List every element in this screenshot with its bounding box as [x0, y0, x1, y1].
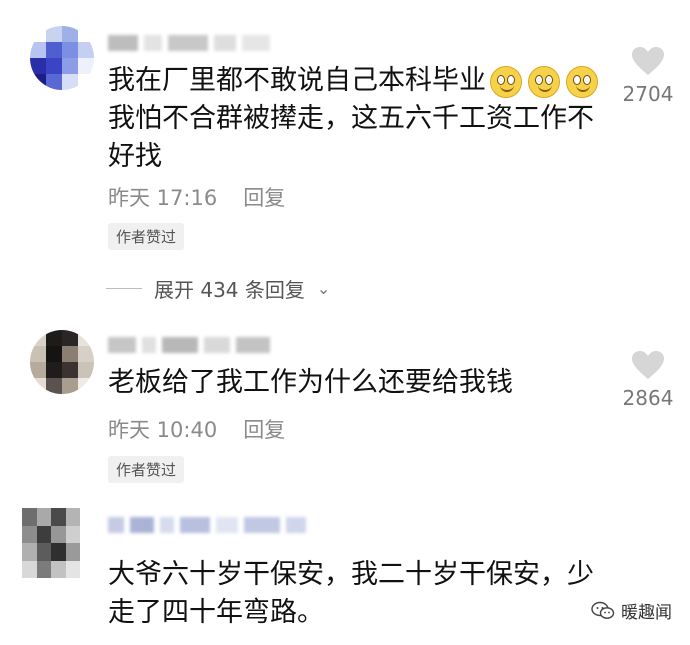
comment-line-1: 老板给了我工作为什么还要给我钱	[108, 367, 513, 398]
heart-icon	[632, 47, 664, 75]
watermark: 暖趣闻	[591, 598, 672, 623]
avatar[interactable]	[22, 508, 80, 578]
comment-text: 大爷六十岁干保安，我二十岁干保安，少 走了四十年弯路。	[108, 556, 594, 632]
divider-line	[106, 288, 142, 289]
wechat-icon	[591, 601, 615, 619]
comment-meta: 昨天 10:40 回复	[108, 414, 285, 444]
comment-text: 我在厂里都不敢说自己本科毕业 我怕不合群被撵走，这五六千工资工作不 好找	[108, 62, 598, 176]
like-count: 2704	[622, 82, 674, 106]
grin-emoji-icon	[528, 65, 560, 98]
comment-line-3: 好找	[108, 141, 162, 172]
emoji-group	[490, 65, 598, 98]
comment-line-2: 我怕不合群被撵走，这五六千工资工作不	[108, 103, 594, 134]
reply-button[interactable]: 回复	[243, 182, 285, 212]
comment-line-2: 走了四十年弯路。	[108, 597, 324, 628]
timestamp: 昨天 17:16	[108, 186, 218, 210]
grin-emoji-icon	[566, 65, 598, 98]
grin-emoji-icon	[490, 65, 522, 98]
reply-button[interactable]: 回复	[243, 414, 285, 444]
author-liked-badge: 作者赞过	[108, 223, 185, 250]
like-button[interactable]: 2864	[608, 350, 688, 410]
username-blurred[interactable]	[108, 34, 270, 52]
like-button[interactable]: 2704	[608, 46, 688, 106]
chevron-down-icon: ⌄	[316, 279, 331, 298]
expand-replies-button[interactable]: 展开 434 条回复 ⌄	[106, 274, 330, 303]
comment-line-1: 大爷六十岁干保安，我二十岁干保安，少	[108, 559, 594, 590]
heart-icon	[632, 351, 664, 379]
watermark-label: 暖趣闻	[621, 603, 672, 623]
username-blurred[interactable]	[108, 516, 306, 534]
comment-meta: 昨天 17:16 回复	[108, 182, 285, 212]
expand-replies-label: 展开 434 条回复	[154, 278, 305, 302]
avatar[interactable]	[30, 330, 94, 394]
timestamp: 昨天 10:40	[108, 418, 218, 442]
username-blurred[interactable]	[108, 336, 270, 354]
like-count: 2864	[622, 386, 674, 410]
comment-text: 老板给了我工作为什么还要给我钱	[108, 364, 513, 402]
comment-line-1: 我在厂里都不敢说自己本科毕业	[108, 65, 486, 96]
author-liked-badge: 作者赞过	[108, 456, 185, 483]
avatar[interactable]	[30, 26, 94, 90]
